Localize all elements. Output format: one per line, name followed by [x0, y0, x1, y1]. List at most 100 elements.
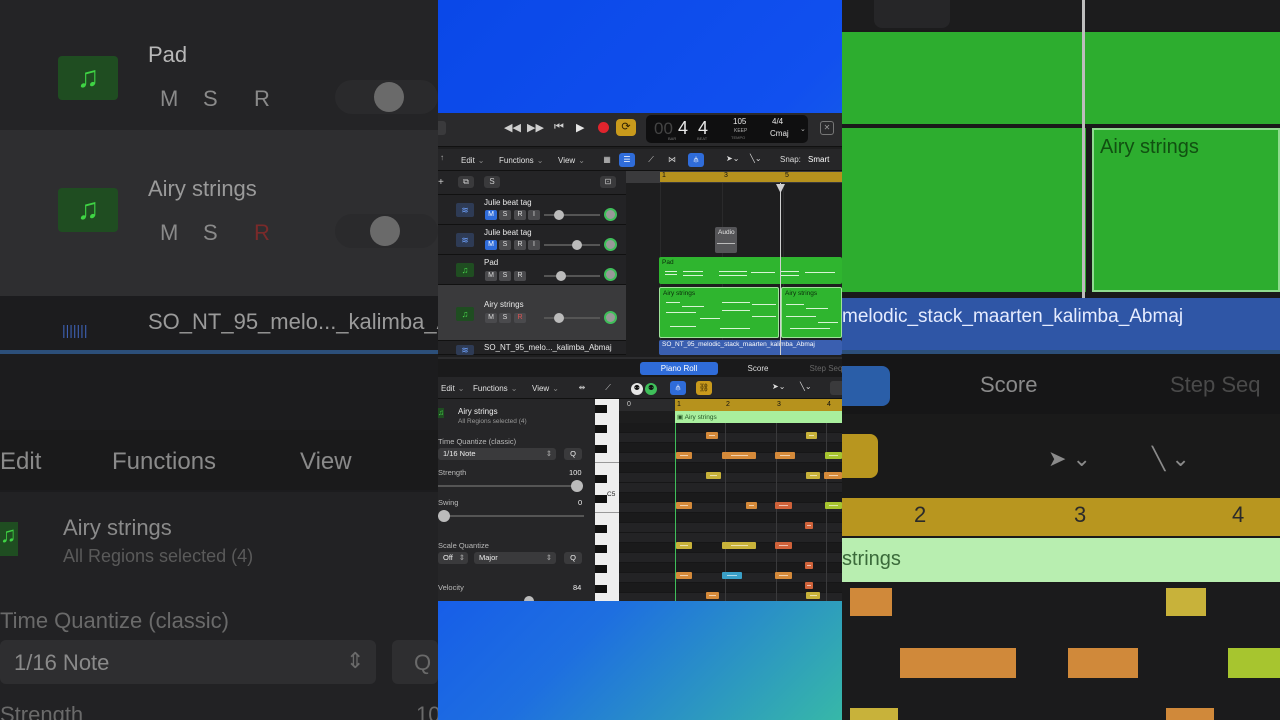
midi-note[interactable] — [676, 452, 692, 459]
input-monitor-button[interactable]: I — [528, 210, 540, 220]
black-key[interactable] — [595, 445, 607, 453]
mute-button[interactable]: M — [485, 313, 497, 323]
track-row-selected[interactable]: ♫ Airy strings M S R — [438, 285, 626, 341]
playhead[interactable] — [780, 183, 781, 355]
library-button[interactable] — [438, 121, 446, 135]
black-key[interactable] — [595, 585, 607, 593]
midi-note[interactable] — [825, 452, 842, 459]
solo-button[interactable]: S — [499, 313, 511, 323]
pan-knob[interactable] — [604, 208, 617, 221]
mute-button[interactable]: M — [485, 240, 497, 250]
midi-note[interactable] — [722, 452, 756, 459]
view-menu[interactable]: View ⌄ — [555, 154, 588, 167]
midi-note[interactable] — [806, 592, 820, 599]
collapse-icon[interactable]: ⇹ — [574, 381, 590, 395]
midi-note-selected[interactable] — [722, 572, 742, 579]
record-enable-button[interactable]: R — [514, 313, 526, 323]
swing-slider[interactable] — [438, 515, 584, 517]
midi-note[interactable] — [706, 432, 718, 439]
lcd-display[interactable]: 00 4 4 BAR BEAT 105 KEEP TEMPO 4/4 Cmaj … — [646, 115, 808, 143]
mute-button[interactable]: M — [485, 210, 497, 220]
pr-cycle-region[interactable] — [675, 399, 842, 411]
solo-button[interactable]: S — [499, 240, 511, 250]
pr-pointer-tool-icon[interactable]: ➤⌄ — [772, 382, 785, 391]
midi-note[interactable] — [706, 472, 721, 479]
black-key[interactable] — [595, 475, 607, 483]
midi-note[interactable] — [824, 472, 842, 479]
volume-slider[interactable] — [544, 275, 600, 277]
lcd-chevron-down-icon[interactable]: ⌄ — [800, 125, 806, 133]
midi-note[interactable] — [775, 542, 792, 549]
pr-functions-menu[interactable]: Functions ⌄ — [470, 382, 520, 395]
flex-icon[interactable]: ⋈ — [664, 153, 680, 167]
midi-note[interactable] — [676, 572, 692, 579]
midi-note[interactable] — [706, 592, 719, 599]
go-to-start-icon[interactable]: ⏮ — [554, 121, 564, 134]
swing-slider-knob[interactable] — [438, 510, 450, 522]
pan-knob[interactable] — [604, 238, 617, 251]
midi-note[interactable] — [676, 502, 692, 509]
solo-button[interactable]: S — [499, 271, 511, 281]
track-row[interactable]: ≋ Julie beat tag M S R I — [438, 225, 626, 255]
bar-ruler[interactable]: 1 3 5 — [626, 171, 842, 183]
add-track-icon[interactable]: + — [438, 177, 444, 188]
piano-roll-grid[interactable]: 0 1 2 3 4 ▣ Airy strings — [619, 399, 842, 601]
midi-note[interactable] — [746, 502, 757, 509]
scale-q-button[interactable]: Q — [564, 552, 582, 564]
volume-knob[interactable] — [554, 210, 564, 220]
audio-region-small[interactable]: Audio — [715, 227, 737, 253]
mute-button[interactable]: M — [485, 271, 497, 281]
record-enable-button[interactable]: R — [514, 240, 526, 250]
global-solo-button[interactable]: S — [484, 176, 500, 188]
midi-note[interactable] — [805, 562, 813, 569]
piano-keyboard[interactable]: C5 — [595, 399, 619, 601]
velocity-slider-knob[interactable] — [524, 596, 534, 601]
track-row[interactable]: ≋ SO_NT_95_melo..._kalimba_Abmaj — [438, 341, 626, 355]
black-key[interactable] — [595, 565, 607, 573]
pointer-tool-icon[interactable]: ➤⌄ — [726, 154, 739, 163]
black-key[interactable] — [595, 525, 607, 533]
kalimba-audio-region[interactable]: SO_NT_95_melodic_stack_maarten_kalimba_A… — [659, 340, 842, 355]
tab-step-sequencer[interactable]: Step Seq — [800, 362, 842, 375]
black-key[interactable] — [595, 495, 607, 503]
black-key[interactable] — [595, 545, 607, 553]
catch-playhead-icon[interactable]: ⫛ — [670, 381, 686, 395]
midi-note[interactable] — [722, 542, 756, 549]
midi-in-icon[interactable]: ⚉ ⚉ — [626, 381, 662, 395]
arrange-area[interactable]: 1 3 5 Audio Pad Airy strings Airy string… — [626, 171, 842, 355]
midi-note[interactable] — [825, 502, 842, 509]
functions-menu[interactable]: Functions ⌄ — [496, 154, 546, 167]
black-key[interactable] — [595, 425, 607, 433]
cycle-button[interactable]: ⟳ — [616, 119, 636, 136]
strength-slider-knob[interactable] — [571, 480, 583, 492]
airy-strings-region-1[interactable]: Airy strings — [659, 287, 779, 338]
snap-value[interactable]: Smart — [808, 155, 829, 164]
edit-menu[interactable]: Edit ⌄ — [458, 154, 488, 167]
midi-note[interactable] — [775, 452, 795, 459]
link-icon[interactable]: ⛓ — [696, 381, 712, 395]
track-row[interactable]: ♫ Pad M S R — [438, 255, 626, 285]
record-enable-button[interactable]: R — [514, 271, 526, 281]
time-quantize-select[interactable]: 1/16 Note ⇕ — [438, 448, 556, 460]
input-monitor-button[interactable]: I — [528, 240, 540, 250]
track-options-icon[interactable]: ⊡ — [600, 176, 616, 188]
rewind-icon[interactable]: ◀◀ — [504, 121, 521, 134]
volume-knob[interactable] — [554, 313, 564, 323]
record-button[interactable] — [598, 122, 609, 133]
quantize-q-button[interactable]: Q — [564, 448, 582, 460]
duplicate-track-icon[interactable]: ⧉ — [458, 176, 474, 188]
airy-strings-region-2[interactable]: Airy strings — [781, 287, 842, 338]
scale-type-select[interactable]: Major ⇕ — [474, 552, 556, 564]
track-row[interactable]: ≋ Julie beat tag M S R I — [438, 195, 626, 225]
midi-note[interactable] — [806, 472, 820, 479]
midi-note[interactable] — [805, 582, 813, 589]
volume-slider[interactable] — [544, 214, 600, 216]
pr-more-button[interactable] — [830, 381, 842, 395]
midi-note[interactable] — [676, 542, 692, 549]
pr-pencil-tool-icon[interactable]: ╲⌄ — [800, 382, 812, 391]
midi-note[interactable] — [805, 522, 813, 529]
notifications-icon[interactable]: ✕ — [820, 121, 834, 135]
play-icon[interactable]: ▶ — [576, 121, 584, 134]
pan-knob[interactable] — [604, 268, 617, 281]
black-key[interactable] — [595, 405, 607, 413]
